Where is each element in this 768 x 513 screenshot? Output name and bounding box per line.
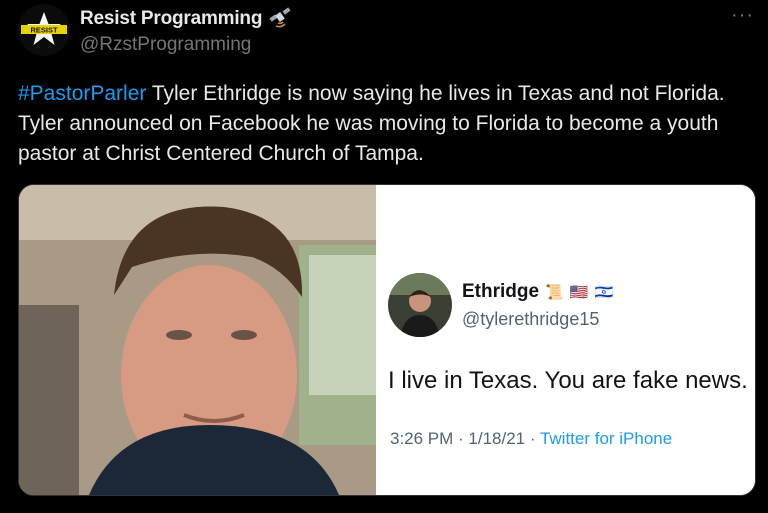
- resist-logo-icon: RESIST: [18, 4, 70, 56]
- selfie-photo[interactable]: [19, 185, 376, 495]
- quoted-text: I live in Texas. You are fake news.: [388, 367, 748, 394]
- more-options-button[interactable]: ···: [731, 4, 754, 27]
- satellite-icon: [268, 7, 292, 31]
- quoted-timestamp: 3:26 PM · 1/18/21 · Twitter for iPhone: [390, 429, 672, 449]
- quoted-tweet-image[interactable]: Ethridge 📜 🇺🇸 🇮🇱 @tylerethridge15 I live…: [376, 185, 755, 495]
- tweet-text: #PastorParler Tyler Ethridge is now sayi…: [18, 79, 758, 169]
- quoted-time: 3:26 PM · 1/18/21 ·: [390, 429, 540, 448]
- quoted-name[interactable]: Ethridge: [462, 281, 539, 303]
- tweet-media[interactable]: Ethridge 📜 🇺🇸 🇮🇱 @tylerethridge15 I live…: [18, 184, 756, 496]
- quoted-name-row: Ethridge 📜 🇺🇸 🇮🇱: [462, 281, 613, 303]
- quoted-avatar[interactable]: [388, 273, 452, 337]
- author-handle[interactable]: @RzstProgramming: [80, 34, 251, 56]
- avatar-lettering: RESIST: [30, 26, 58, 35]
- scroll-emoji-icon: 📜: [545, 284, 564, 301]
- author-avatar[interactable]: RESIST: [18, 4, 70, 56]
- quoted-handle[interactable]: @tylerethridge15: [462, 309, 599, 330]
- quoted-source[interactable]: Twitter for iPhone: [540, 429, 672, 448]
- hashtag-link[interactable]: #PastorParler: [18, 82, 146, 105]
- israel-flag-icon: 🇮🇱: [594, 284, 614, 301]
- author-name-row: Resist Programming: [80, 7, 292, 31]
- us-flag-icon: 🇺🇸: [569, 284, 589, 301]
- author-display-name[interactable]: Resist Programming: [80, 8, 262, 30]
